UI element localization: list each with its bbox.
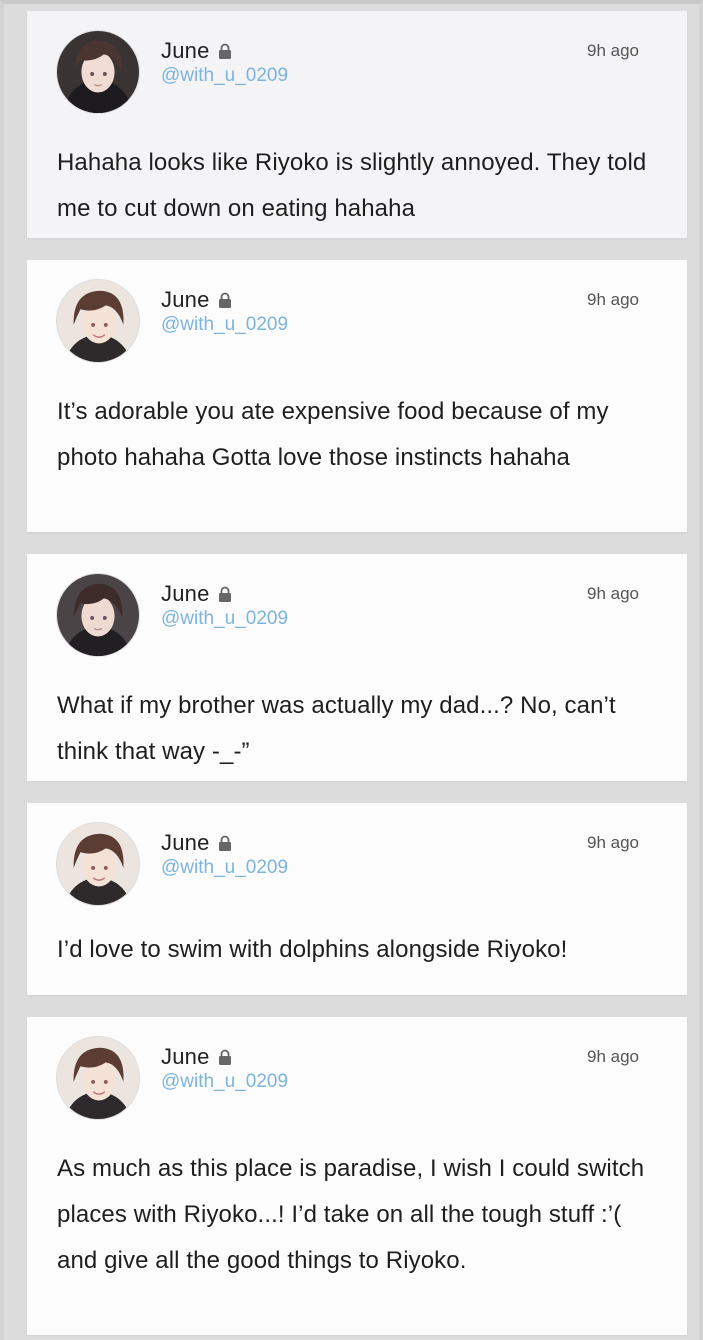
author-handle[interactable]: @with_u_0209 <box>161 314 288 336</box>
avatar[interactable] <box>56 1036 140 1120</box>
post-text: I’d love to swim with dolphins alongside… <box>57 936 568 963</box>
post-header: June @with_u_0209 9h ago <box>27 554 687 664</box>
lock-icon <box>218 43 232 59</box>
author-row: June <box>161 829 232 857</box>
post-timestamp: 9h ago <box>587 833 639 852</box>
author-name[interactable]: June <box>161 830 210 856</box>
post-timestamp: 9h ago <box>587 1047 639 1066</box>
post-timestamp: 9h ago <box>587 290 639 309</box>
author-handle[interactable]: @with_u_0209 <box>161 857 288 879</box>
post-header: June @with_u_0209 9h ago <box>27 260 687 370</box>
avatar-image <box>57 574 139 656</box>
post-card[interactable]: June @with_u_0209 9h ago I’d love to swi… <box>27 803 687 995</box>
post-header: June @with_u_0209 9h ago <box>27 803 687 913</box>
author-row: June <box>161 1043 232 1071</box>
avatar-image <box>57 1037 139 1119</box>
post-card[interactable]: June @with_u_0209 9h ago As much as this… <box>27 1017 687 1335</box>
post-card[interactable]: June @with_u_0209 9h ago Hahaha looks li… <box>27 11 687 238</box>
avatar-image <box>57 280 139 362</box>
lock-icon <box>218 835 232 851</box>
post-text: As much as this place is paradise, I wis… <box>57 1155 645 1274</box>
post-text: It’s adorable you ate expensive food bec… <box>57 398 609 471</box>
lock-icon <box>218 1049 232 1065</box>
avatar-image <box>57 823 139 905</box>
lock-icon <box>218 292 232 308</box>
avatar[interactable] <box>56 822 140 906</box>
post-header: June @with_u_0209 9h ago <box>27 11 687 121</box>
avatar-image <box>57 31 139 113</box>
avatar[interactable] <box>56 573 140 657</box>
author-handle[interactable]: @with_u_0209 <box>161 608 288 630</box>
post-card[interactable]: June @with_u_0209 9h ago What if my brot… <box>27 554 687 781</box>
post-header: June @with_u_0209 9h ago <box>27 1017 687 1127</box>
avatar[interactable] <box>56 30 140 114</box>
avatar[interactable] <box>56 279 140 363</box>
author-name[interactable]: June <box>161 287 210 313</box>
post-text: What if my brother was actually my dad..… <box>57 692 616 765</box>
author-name[interactable]: June <box>161 581 210 607</box>
post-card[interactable]: June @with_u_0209 9h ago It’s adorable y… <box>27 260 687 532</box>
author-handle[interactable]: @with_u_0209 <box>161 65 288 87</box>
author-name[interactable]: June <box>161 38 210 64</box>
post-text: Hahaha looks like Riyoko is slightly ann… <box>57 149 647 222</box>
post-timestamp: 9h ago <box>587 41 639 60</box>
lock-icon <box>218 586 232 602</box>
author-name[interactable]: June <box>161 1044 210 1070</box>
author-row: June <box>161 37 232 65</box>
author-row: June <box>161 580 232 608</box>
post-timestamp: 9h ago <box>587 584 639 603</box>
author-row: June <box>161 286 232 314</box>
author-handle[interactable]: @with_u_0209 <box>161 1071 288 1093</box>
post-feed: June @with_u_0209 9h ago Hahaha looks li… <box>0 0 703 1340</box>
